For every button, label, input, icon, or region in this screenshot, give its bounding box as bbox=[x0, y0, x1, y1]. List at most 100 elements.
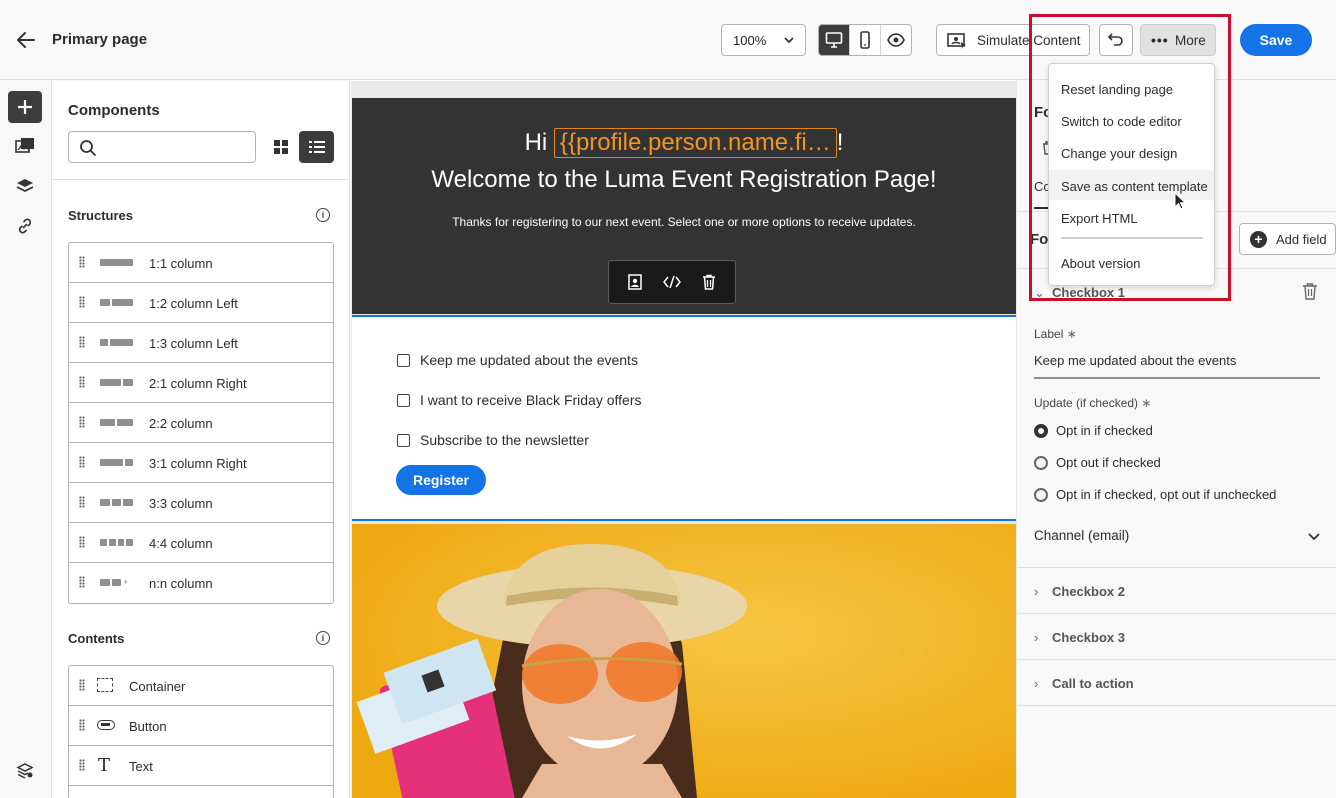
structure-item[interactable]: 1:3 column Left bbox=[69, 323, 333, 363]
drag-handle-icon bbox=[79, 759, 85, 771]
info-icon[interactable]: i bbox=[316, 208, 330, 222]
structure-item[interactable]: 1:1 column bbox=[69, 243, 333, 283]
chevron-down-icon[interactable] bbox=[1308, 529, 1320, 547]
chevron-right-icon: › bbox=[1034, 584, 1039, 599]
column-layout-icon bbox=[100, 539, 133, 546]
left-rail bbox=[0, 81, 52, 798]
page-title: Primary page bbox=[52, 31, 148, 48]
content-item[interactable]: Button bbox=[69, 706, 333, 746]
list-icon bbox=[308, 141, 325, 153]
structure-item[interactable]: 2:1 column Right bbox=[69, 363, 333, 403]
text-icon: T bbox=[98, 755, 111, 776]
radio-button[interactable] bbox=[1034, 488, 1048, 502]
delete-field-icon[interactable] bbox=[1302, 282, 1318, 305]
checkbox3-accordion[interactable]: › Checkbox 3 bbox=[1034, 630, 1125, 645]
content-item[interactable]: T Text bbox=[69, 746, 333, 786]
column-layout-icon bbox=[100, 459, 133, 466]
components-title: Components bbox=[68, 102, 160, 119]
zoom-value: 100% bbox=[733, 33, 767, 48]
drag-handle-icon bbox=[79, 456, 85, 468]
content-item[interactable]: Container bbox=[69, 666, 333, 706]
components-search[interactable] bbox=[68, 131, 256, 163]
drag-handle-icon bbox=[79, 679, 85, 691]
structure-item[interactable]: 4:4 column bbox=[69, 523, 333, 563]
structures-list: 1:1 column 1:2 column Left 1:3 column Le… bbox=[68, 242, 334, 604]
column-layout-icon bbox=[100, 259, 133, 266]
structure-item[interactable]: 2:2 column bbox=[69, 403, 333, 443]
column-layout-icon bbox=[100, 339, 133, 346]
components-panel: Components Structures i 1:1 column 1:2 c… bbox=[52, 81, 350, 798]
checkbox[interactable] bbox=[397, 394, 410, 407]
welcome-heading: Welcome to the Luma Event Registration P… bbox=[431, 166, 937, 193]
divider bbox=[52, 179, 349, 180]
save-fragment-icon[interactable] bbox=[627, 274, 643, 290]
container-icon bbox=[97, 678, 113, 692]
components-rail-button[interactable] bbox=[8, 91, 42, 123]
contents-list: Container Button T Text bbox=[68, 665, 334, 798]
channel-select[interactable]: Channel (email) bbox=[1034, 528, 1129, 543]
label-input[interactable]: Keep me updated about the events bbox=[1034, 353, 1320, 379]
structure-item[interactable]: 3:3 column bbox=[69, 483, 333, 523]
checkbox2-accordion[interactable]: › Checkbox 2 bbox=[1034, 584, 1125, 599]
structure-item[interactable]: 1:2 column Left bbox=[69, 283, 333, 323]
register-button[interactable]: Register bbox=[396, 465, 486, 495]
structure-item[interactable]: + n:n column bbox=[69, 563, 333, 603]
drag-handle-icon bbox=[79, 256, 85, 268]
checkbox[interactable] bbox=[397, 434, 410, 447]
plus-icon bbox=[18, 100, 32, 114]
simulate-icon bbox=[947, 33, 966, 49]
chevron-right-icon: › bbox=[1034, 630, 1039, 645]
drag-handle-icon bbox=[79, 576, 85, 588]
radio-button[interactable] bbox=[1034, 424, 1048, 438]
divider bbox=[1018, 613, 1336, 614]
column-layout-icon: + bbox=[100, 578, 133, 587]
eye-icon bbox=[887, 33, 905, 47]
hero-photo[interactable] bbox=[352, 524, 1016, 798]
mobile-view-button[interactable] bbox=[850, 25, 881, 55]
drag-handle-icon bbox=[79, 719, 85, 731]
divider bbox=[1018, 659, 1336, 660]
code-icon[interactable] bbox=[663, 274, 681, 290]
info-icon[interactable]: i bbox=[316, 631, 330, 645]
content-item[interactable] bbox=[69, 786, 333, 798]
annotation-highlight-box bbox=[1029, 14, 1231, 301]
search-icon bbox=[80, 140, 97, 157]
form-block[interactable]: Keep me updated about the events I want … bbox=[352, 315, 1016, 521]
search-input[interactable] bbox=[105, 138, 250, 156]
structure-item[interactable]: 3:1 column Right bbox=[69, 443, 333, 483]
back-arrow-icon[interactable] bbox=[14, 28, 38, 52]
list-view-button[interactable] bbox=[299, 131, 334, 163]
label-field-title: Label ∗ bbox=[1034, 327, 1077, 341]
traveler-photo bbox=[352, 524, 1016, 798]
drag-handle-icon bbox=[79, 296, 85, 308]
drag-handle-icon bbox=[79, 496, 85, 508]
plus-circle-icon: + bbox=[1250, 231, 1267, 248]
grid-view-button[interactable] bbox=[266, 131, 296, 163]
drag-handle-icon bbox=[79, 536, 85, 548]
personalization-tag[interactable]: {{profile.person.name.fi… bbox=[553, 128, 837, 158]
thanks-text: Thanks for registering to our next event… bbox=[452, 215, 916, 229]
drag-handle-icon bbox=[79, 336, 85, 348]
chevron-down-icon bbox=[783, 34, 795, 49]
assets-icon bbox=[15, 138, 34, 153]
assets-rail-button[interactable] bbox=[8, 130, 42, 162]
delete-icon[interactable] bbox=[701, 274, 717, 290]
radio-button[interactable] bbox=[1034, 456, 1048, 470]
component-toolbar bbox=[608, 260, 736, 304]
drag-handle-icon bbox=[79, 416, 85, 428]
desktop-view-button[interactable] bbox=[819, 25, 850, 55]
add-field-button[interactable]: + Add field bbox=[1239, 223, 1336, 255]
layers-settings-rail-button[interactable] bbox=[8, 755, 42, 787]
preview-button[interactable] bbox=[881, 25, 911, 55]
checkbox[interactable] bbox=[397, 354, 410, 367]
layers-rail-button[interactable] bbox=[8, 170, 42, 202]
save-button[interactable]: Save bbox=[1240, 24, 1312, 56]
hero-section[interactable]: Hi {{profile.person.name.fi…! Welcome to… bbox=[352, 98, 1016, 314]
button-icon bbox=[97, 720, 115, 730]
links-rail-button[interactable] bbox=[8, 210, 42, 242]
column-layout-icon bbox=[100, 419, 133, 426]
column-layout-icon bbox=[100, 499, 133, 506]
divider bbox=[1018, 567, 1336, 568]
call-to-action-accordion[interactable]: › Call to action bbox=[1034, 676, 1134, 691]
zoom-select[interactable]: 100% bbox=[721, 24, 806, 56]
